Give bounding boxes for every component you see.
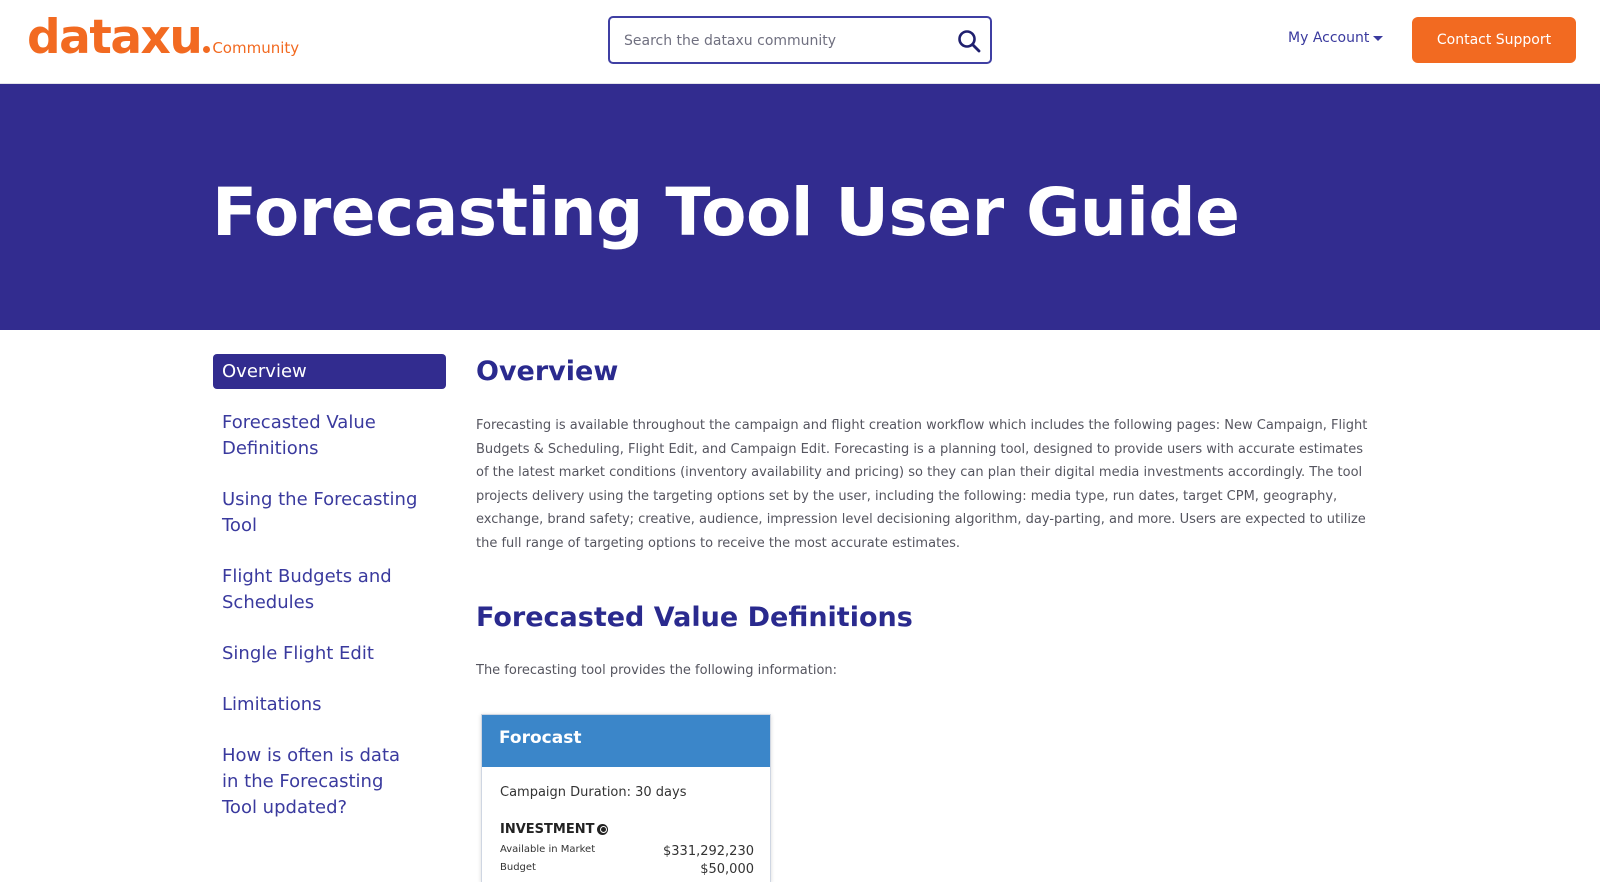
logo-wordmark: dataxu bbox=[27, 10, 203, 65]
site-header: dataxu Community My Account Contact Supp… bbox=[0, 0, 1600, 84]
sidebar-nav: Overview Forecasted Value Definitions Us… bbox=[213, 354, 447, 821]
page-title: Forecasting Tool User Guide bbox=[212, 174, 1240, 251]
row-label: Budget bbox=[500, 862, 536, 873]
sidebar-item-limitations[interactable]: Limitations bbox=[222, 692, 422, 718]
overview-heading: Overview bbox=[476, 356, 619, 387]
sidebar-item-forecasted-value-definitions[interactable]: Forecasted Value Definitions bbox=[222, 410, 422, 462]
my-account-label: My Account bbox=[1288, 30, 1370, 46]
sidebar-item-single-flight-edit[interactable]: Single Flight Edit bbox=[222, 641, 422, 667]
investment-row-available: Available in Market $331,292,230 bbox=[500, 844, 754, 859]
overview-paragraph: Forecasting is available throughout the … bbox=[476, 418, 1368, 551]
search-icon[interactable] bbox=[956, 28, 982, 54]
row-value: $331,292,230 bbox=[663, 844, 754, 859]
investment-heading: INVESTMENT bbox=[500, 822, 609, 837]
hero-banner: Forecasting Tool User Guide bbox=[0, 84, 1600, 330]
row-label: Available in Market bbox=[500, 844, 596, 855]
investment-label: INVESTMENT bbox=[500, 822, 595, 837]
info-icon[interactable] bbox=[597, 824, 609, 835]
search-box bbox=[608, 16, 992, 64]
logo-dot bbox=[203, 46, 211, 53]
logo-community-label: Community bbox=[212, 39, 300, 57]
contact-support-button[interactable]: Contact Support bbox=[1412, 17, 1576, 63]
row-value: $50,000 bbox=[700, 862, 754, 877]
investment-row-budget: Budget $50,000 bbox=[500, 862, 754, 877]
sidebar-item-data-update-frequency[interactable]: How is often is data in the Forecasting … bbox=[222, 743, 422, 821]
campaign-duration: Campaign Duration: 30 days bbox=[500, 785, 687, 800]
definitions-heading: Forecasted Value Definitions bbox=[476, 602, 913, 633]
forecast-card: Forocast Campaign Duration: 30 days INVE… bbox=[481, 714, 771, 882]
dataxu-logo[interactable]: dataxu Community bbox=[27, 14, 299, 61]
search-input[interactable] bbox=[624, 29, 944, 53]
caret-down-icon bbox=[1373, 35, 1384, 41]
sidebar-item-overview[interactable]: Overview bbox=[213, 354, 446, 389]
definitions-intro: The forecasting tool provides the follow… bbox=[476, 663, 838, 678]
forecast-card-title: Forocast bbox=[482, 715, 770, 767]
sidebar-item-using-the-forecasting-tool[interactable]: Using the Forecasting Tool bbox=[222, 487, 422, 539]
sidebar-item-flight-budgets-and-schedules[interactable]: Flight Budgets and Schedules bbox=[222, 564, 422, 616]
my-account-menu[interactable]: My Account bbox=[1288, 30, 1384, 46]
